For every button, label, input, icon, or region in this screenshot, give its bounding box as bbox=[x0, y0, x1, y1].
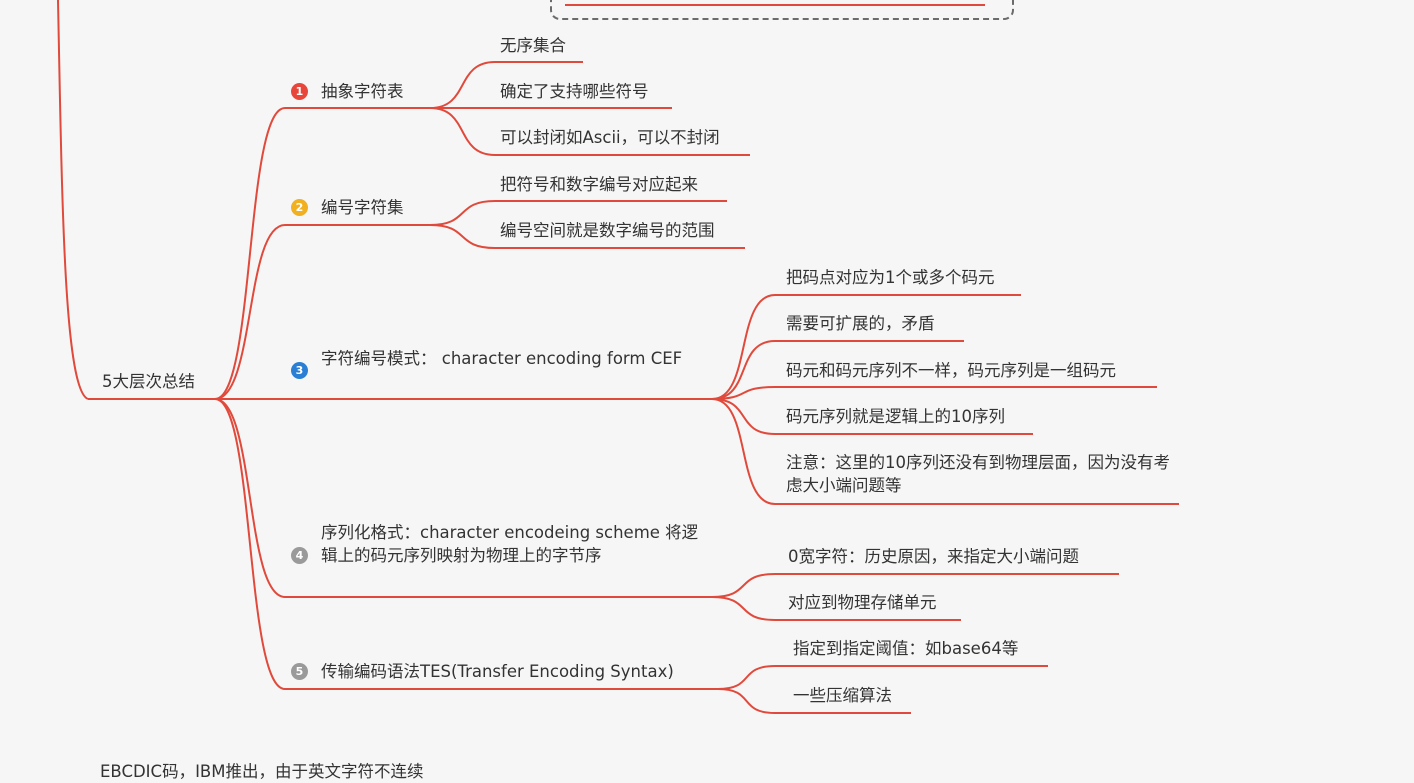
branch3-number-badge: 3 bbox=[291, 362, 308, 379]
branch4-number-badge: 4 bbox=[291, 547, 308, 564]
top-parent-connector bbox=[57, 0, 89, 400]
branch1-label[interactable]: 抽象字符表 bbox=[321, 80, 404, 103]
branch1-child3[interactable]: 可以封闭如Ascii，可以不封闭 bbox=[500, 126, 720, 149]
branch5-child1[interactable]: 指定到指定阈值：如base64等 bbox=[793, 637, 1018, 660]
branch1-child2[interactable]: 确定了支持哪些符号 bbox=[500, 80, 649, 103]
branch5-number-badge: 5 bbox=[291, 663, 308, 680]
branch5-child2[interactable]: 一些压缩算法 bbox=[793, 684, 892, 707]
root-to-branch5 bbox=[214, 398, 286, 690]
branch1-number-badge: 1 bbox=[291, 83, 308, 100]
root-node-label[interactable]: 5大层次总结 bbox=[102, 370, 195, 393]
root-to-branch4 bbox=[214, 398, 286, 598]
mindmap-connectors bbox=[57, 0, 1179, 714]
bottom-cut-node-label[interactable]: EBCDIC码，IBM推出，由于英文字符不连续 bbox=[100, 760, 424, 783]
root-to-branch1 bbox=[214, 107, 286, 400]
branch4-child1[interactable]: 0宽字符：历史原因，来指定大小端问题 bbox=[788, 545, 1079, 568]
branch2-child2[interactable]: 编号空间就是数字编号的范围 bbox=[500, 219, 715, 242]
branch4-child2[interactable]: 对应到物理存储单元 bbox=[788, 591, 937, 614]
branch3-child2[interactable]: 需要可扩展的，矛盾 bbox=[786, 312, 935, 335]
branch2-label[interactable]: 编号字符集 bbox=[321, 196, 404, 219]
branch3-child1[interactable]: 把码点对应为1个或多个码元 bbox=[786, 266, 995, 289]
top-cut-dashed-box bbox=[550, 0, 1014, 20]
branch3-child5[interactable]: 注意：这里的10序列还没有到物理层面，因为没有考虑大小端问题等 bbox=[786, 451, 1176, 497]
branch2-child1[interactable]: 把符号和数字编号对应起来 bbox=[500, 173, 698, 196]
branch5-label[interactable]: 传输编码语法TES(Transfer Encoding Syntax) bbox=[321, 660, 674, 683]
branch2-number-badge: 2 bbox=[291, 199, 308, 216]
branch3-label[interactable]: 字符编号模式： character encoding form CEF bbox=[321, 347, 696, 370]
branch3-child3[interactable]: 码元和码元序列不一样，码元序列是一组码元 bbox=[786, 359, 1116, 382]
branch3-child4[interactable]: 码元序列就是逻辑上的10序列 bbox=[786, 405, 1005, 428]
branch4-label[interactable]: 序列化格式：character encodeing scheme 将逻辑上的码元… bbox=[321, 521, 706, 567]
branch1-child1[interactable]: 无序集合 bbox=[500, 34, 566, 57]
